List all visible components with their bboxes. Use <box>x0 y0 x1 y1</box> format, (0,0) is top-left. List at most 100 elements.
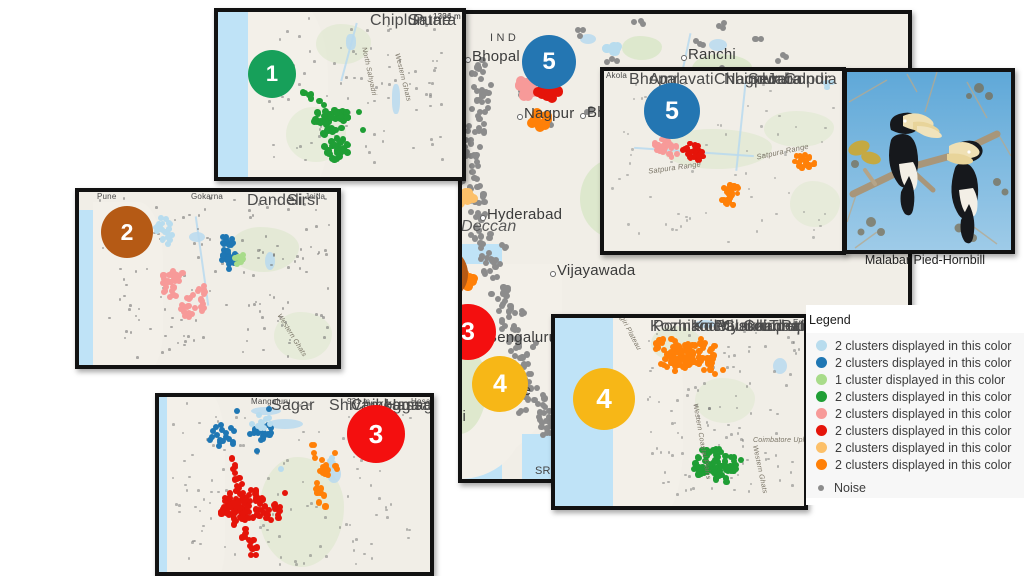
noise-point <box>304 158 307 162</box>
cluster-point <box>165 240 171 247</box>
noise-point <box>429 95 432 98</box>
noise-point <box>296 255 299 258</box>
noise-point <box>178 504 181 507</box>
legend-item-label: 2 clusters displayed in this color <box>835 406 1012 421</box>
noise-point <box>732 365 735 369</box>
noise-point <box>490 274 497 281</box>
map-label: Mangaluru <box>251 397 291 406</box>
legend-color-swatch <box>816 374 827 385</box>
inset-4-badge[interactable]: 4 <box>573 368 635 430</box>
inset-5-badge[interactable]: 5 <box>644 83 700 139</box>
noise-point <box>473 64 481 71</box>
noise-point <box>676 399 679 402</box>
noise-point <box>161 351 164 355</box>
noise-point <box>310 502 313 505</box>
noise-point <box>746 104 749 107</box>
cluster-point <box>170 284 177 291</box>
cluster-point <box>247 486 255 493</box>
map-label: 1234 m <box>433 12 461 21</box>
noise-point <box>191 453 194 457</box>
cluster-point <box>195 285 202 292</box>
noise-point <box>659 450 663 454</box>
noise-point <box>129 331 133 334</box>
noise-point <box>516 409 523 416</box>
inset-panel-3[interactable]: SagarShivamoggaHosadurChikkamagaluruHass… <box>155 393 434 576</box>
legend-color-swatch <box>818 484 824 491</box>
noise-point <box>407 528 411 532</box>
noise-point <box>222 467 225 471</box>
noise-point <box>773 369 776 373</box>
noise-point <box>122 197 126 200</box>
noise-point <box>185 489 189 492</box>
cluster-point <box>278 466 284 472</box>
inset-1-badge[interactable]: 1 <box>248 50 296 98</box>
inset-panel-4[interactable]: MysuruGundlupetErodeTiruppurCoimbatoreKo… <box>551 314 808 510</box>
cluster-point <box>310 441 317 449</box>
noise-point <box>776 133 780 136</box>
noise-point <box>286 354 290 358</box>
map-label: Nagpur <box>724 71 778 88</box>
noise-point <box>488 81 495 88</box>
noise-point <box>262 524 265 527</box>
noise-point <box>430 138 434 141</box>
noise-point <box>465 122 472 129</box>
noise-point <box>724 133 727 136</box>
cluster-point <box>200 304 207 311</box>
photo-caption: Malabar Pied-Hornbill <box>864 253 986 267</box>
noise-point <box>271 513 275 516</box>
cluster-point <box>213 423 220 430</box>
noise-point <box>747 187 750 190</box>
cluster-point <box>231 515 238 522</box>
noise-point <box>424 93 428 96</box>
cluster-point <box>159 235 166 242</box>
cluster-point <box>180 308 187 315</box>
legend-color-swatch <box>816 459 827 470</box>
cluster-point <box>689 341 696 348</box>
noise-point <box>522 407 529 414</box>
inset-panel-1[interactable]: Pune Satara Chiplun 1306 m 1234 m Western Gha… <box>214 8 466 181</box>
noise-point <box>688 217 691 220</box>
noise-point <box>788 373 792 376</box>
noise-point <box>175 502 178 506</box>
noise-point <box>485 89 492 97</box>
map-label: Nagpur <box>524 105 575 122</box>
noise-point <box>247 304 251 307</box>
noise-point <box>193 242 196 245</box>
cluster-point <box>234 408 240 414</box>
hornbill-photo[interactable] <box>843 68 1015 254</box>
noise-point <box>651 452 654 455</box>
noise-point <box>486 267 494 274</box>
inset-2-badge[interactable]: 2 <box>101 206 153 258</box>
cluster-point <box>315 499 323 506</box>
noise-point <box>477 244 485 251</box>
cluster-point <box>467 273 477 284</box>
noise-point <box>468 105 475 112</box>
noise-point <box>387 96 390 100</box>
noise-point <box>169 325 173 329</box>
noise-point <box>393 78 397 82</box>
noise-point <box>307 16 311 20</box>
inset-panel-2[interactable]: Dandeli Sirsi Gokarna Joida Pune Western Ghat… <box>75 188 341 369</box>
cluster-point <box>710 352 717 359</box>
legend-item-label: Noise <box>834 480 866 495</box>
main-badge-4[interactable]: 4 <box>472 356 528 412</box>
noise-point <box>253 303 256 306</box>
noise-point <box>323 336 326 339</box>
inset-panel-5[interactable]: Bhopal Jabalpur Chhindwara Seoni Gondia Nagpu… <box>600 67 846 255</box>
noise-point <box>295 563 298 566</box>
noise-point <box>627 223 630 226</box>
legend-item: 2 clusters displayed in this color <box>806 354 1024 371</box>
main-badge-5[interactable]: 5 <box>522 35 576 89</box>
noise-point <box>631 148 634 151</box>
noise-point <box>760 219 764 222</box>
cluster-point <box>340 144 348 152</box>
noise-point <box>748 382 752 385</box>
cluster-point <box>267 516 274 523</box>
noise-point <box>351 540 355 543</box>
noise-point <box>256 249 260 252</box>
noise-point <box>268 100 271 103</box>
noise-point <box>655 447 659 450</box>
inset-3-badge[interactable]: 3 <box>347 405 405 463</box>
cluster-point <box>656 336 663 344</box>
legend-item: 2 clusters displayed in this color <box>806 337 1024 354</box>
